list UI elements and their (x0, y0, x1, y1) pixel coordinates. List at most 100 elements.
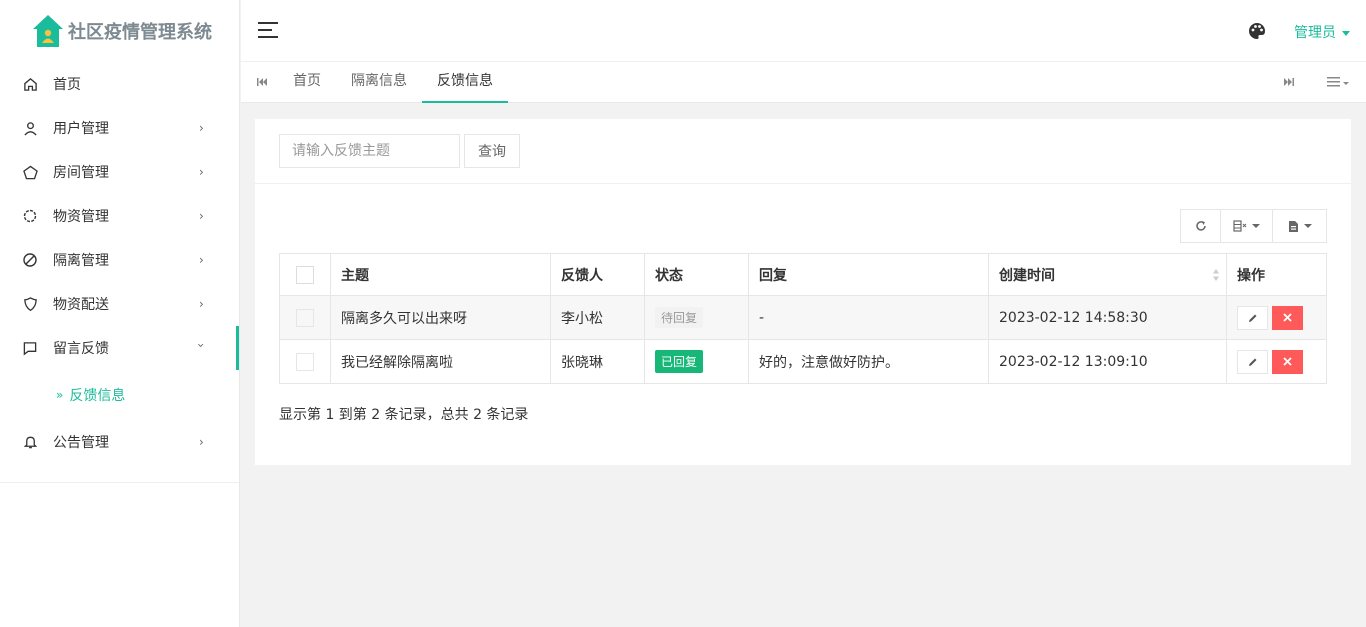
tab-isolation-info[interactable]: 隔离信息 (336, 62, 422, 103)
header-status[interactable]: 状态 (644, 253, 749, 296)
select-all-checkbox[interactable] (296, 265, 314, 284)
header-actions: 操作 (1226, 253, 1327, 296)
export-button[interactable] (1273, 210, 1326, 242)
cell-status: 已回复 (644, 339, 749, 384)
tab-home[interactable]: 首页 (278, 62, 336, 103)
submenu-label: 反馈信息 (69, 388, 126, 404)
sidebar-item-home[interactable]: 首页 (0, 62, 239, 106)
sidebar-item-notices[interactable]: 公告管理 › (0, 420, 239, 464)
edit-button[interactable] (1237, 305, 1268, 330)
sidebar-subitem-feedback-info[interactable]: » 反馈信息 (0, 370, 239, 420)
refresh-button[interactable] (1181, 210, 1221, 242)
close-icon (1283, 357, 1292, 366)
content-card: 查询 主题 反馈人 状态 回复 创建时间 (255, 119, 1351, 465)
sidebar-item-isolation[interactable]: 隔离管理 › (0, 238, 239, 282)
tab-feedback-info[interactable]: 反馈信息 (422, 62, 508, 103)
row-checkbox[interactable] (296, 352, 314, 371)
caret-down-icon (1252, 224, 1260, 228)
edit-button[interactable] (1237, 349, 1268, 374)
header-created[interactable]: 创建时间 (988, 253, 1227, 296)
chevron-right-icon: › (199, 121, 204, 135)
menu-toggle-icon[interactable] (258, 22, 278, 38)
chevron-right-icon: › (199, 435, 204, 449)
chevron-right-icon: › (199, 297, 204, 311)
refresh-icon (1195, 221, 1206, 231)
chevron-down-icon: › (194, 343, 208, 348)
delete-button[interactable] (1272, 349, 1303, 374)
gear-icon (22, 208, 38, 224)
logo[interactable]: 社区疫情管理系统 (0, 0, 239, 62)
file-icon (1288, 220, 1298, 232)
header-created-label: 创建时间 (999, 267, 1055, 284)
tab-options-icon[interactable] (1326, 74, 1352, 90)
cell-actions (1226, 339, 1327, 384)
pagination-info: 显示第 1 到第 2 条记录，总共 2 条记录 (279, 407, 529, 423)
sidebar-item-label: 公告管理 (53, 435, 109, 451)
bell-icon (22, 434, 38, 450)
header-subject[interactable]: 主题 (330, 253, 551, 296)
chevron-right-icon: › (199, 209, 204, 223)
sidebar-item-label: 房间管理 (53, 165, 109, 181)
status-badge: 待回复 (655, 307, 704, 328)
sidebar-item-label: 物资配送 (53, 297, 109, 313)
sidebar-item-label: 首页 (53, 77, 81, 93)
sidebar-item-label: 物资管理 (53, 209, 109, 225)
delete-button[interactable] (1272, 305, 1303, 330)
sidebar-item-users[interactable]: 用户管理 › (0, 106, 239, 150)
double-chevron-icon: » (56, 388, 64, 402)
pentagon-icon (22, 164, 38, 180)
sidebar-item-label: 留言反馈 (53, 341, 109, 357)
cell-subject: 隔离多久可以出来呀 (330, 295, 551, 340)
skip-forward-icon[interactable] (1283, 76, 1295, 88)
user-name: 管理员 (1294, 25, 1336, 41)
sidebar-item-rooms[interactable]: 房间管理 › (0, 150, 239, 194)
sidebar-item-feedback[interactable]: 留言反馈 › (0, 326, 239, 370)
table-toolbar (1180, 209, 1327, 243)
cell-status: 待回复 (644, 295, 749, 340)
palette-icon[interactable] (1248, 22, 1266, 40)
tabs-bar: 首页 隔离信息 反馈信息 (241, 62, 1366, 103)
row-checkbox[interactable] (296, 308, 314, 327)
sidebar-item-delivery[interactable]: 物资配送 › (0, 282, 239, 326)
cell-person: 张晓琳 (550, 339, 645, 384)
chevron-right-icon: › (199, 253, 204, 267)
row-select-cell (279, 339, 331, 384)
sidebar: 社区疫情管理系统 首页 用户管理 › 房间管理 › 物资管理 › 隔离管理 › … (0, 0, 240, 627)
sidebar-item-supplies[interactable]: 物资管理 › (0, 194, 239, 238)
feedback-table: 主题 反馈人 状态 回复 创建时间 操作 隔离多久可以出来呀 李小松 待回复 -… (279, 253, 1327, 384)
table-row[interactable]: 隔离多久可以出来呀 李小松 待回复 - 2023-02-12 14:58:30 (279, 295, 1327, 340)
page-tabs: 首页 隔离信息 反馈信息 (278, 62, 508, 103)
header-reply[interactable]: 回复 (748, 253, 989, 296)
skip-back-icon[interactable] (256, 76, 268, 88)
columns-button[interactable] (1221, 210, 1273, 242)
search-button[interactable]: 查询 (464, 134, 520, 168)
cell-actions (1226, 295, 1327, 340)
shield-icon (22, 296, 38, 312)
cell-person: 李小松 (550, 295, 645, 340)
header-person[interactable]: 反馈人 (550, 253, 645, 296)
caret-down-icon (1342, 30, 1350, 36)
columns-icon (1233, 220, 1247, 232)
sort-icon[interactable] (1212, 267, 1220, 283)
pencil-icon (1248, 358, 1256, 366)
sidebar-menu: 首页 用户管理 › 房间管理 › 物资管理 › 隔离管理 › 物资配送 › 留言… (0, 62, 239, 483)
cell-created: 2023-02-12 14:58:30 (988, 295, 1227, 340)
close-icon (1283, 313, 1292, 322)
table-row[interactable]: 我已经解除隔离啦 张晓琳 已回复 好的，注意做好防护。 2023-02-12 1… (279, 339, 1327, 384)
chevron-right-icon: › (199, 165, 204, 179)
user-icon (22, 120, 38, 136)
table-header-row: 主题 反馈人 状态 回复 创建时间 操作 (279, 253, 1327, 296)
user-menu[interactable]: 管理员 (1294, 22, 1350, 42)
cell-subject: 我已经解除隔离啦 (330, 339, 551, 384)
message-icon (22, 340, 38, 356)
ban-icon (22, 252, 38, 268)
search-input[interactable] (279, 134, 460, 168)
select-all-cell (279, 253, 331, 296)
pencil-icon (1248, 314, 1256, 322)
search-row: 查询 (255, 119, 1351, 184)
caret-down-icon (1303, 224, 1312, 228)
house-logo-icon (33, 15, 63, 47)
app-title: 社区疫情管理系统 (68, 22, 212, 43)
cell-reply: 好的，注意做好防护。 (748, 339, 989, 384)
row-select-cell (279, 295, 331, 340)
